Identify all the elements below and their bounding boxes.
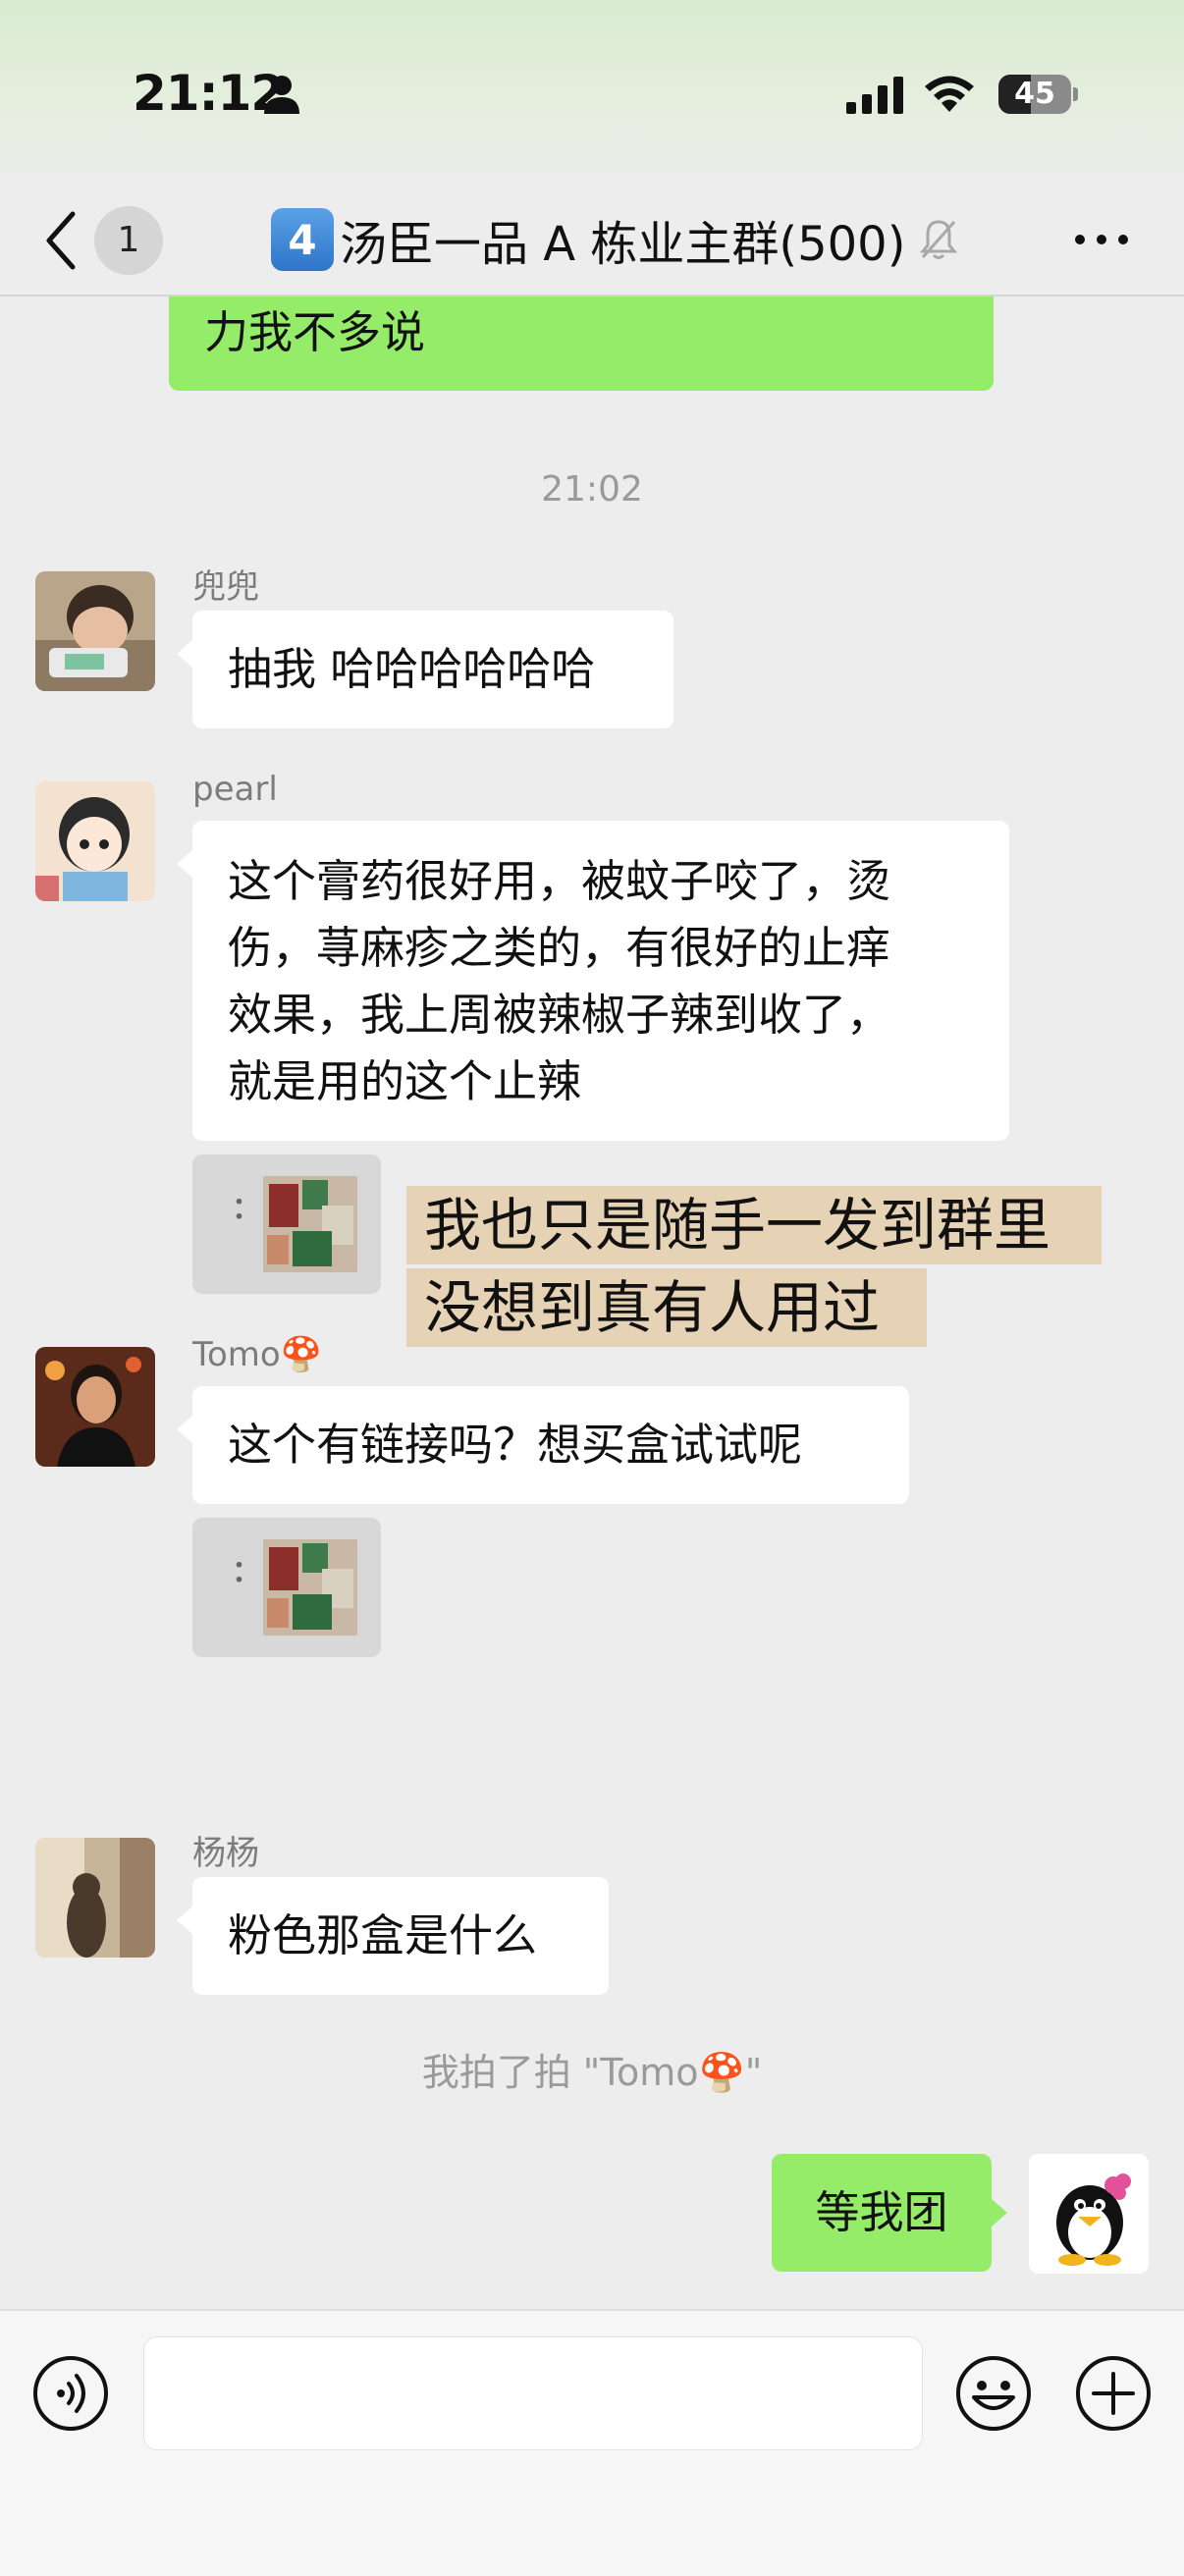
mute-bell-icon	[920, 220, 958, 259]
unread-count-badge[interactable]: 1	[94, 206, 163, 275]
message-bubble-3[interactable]: 这个有链接吗？想买盒试试呢	[192, 1386, 909, 1504]
partial-outgoing-text: 力我不多说	[204, 306, 426, 358]
message-line: 伤，荨麻疹之类的，有很好的止痒	[228, 922, 891, 974]
bubble-tail	[177, 640, 192, 668]
outgoing-bubble[interactable]: 等我团	[772, 2154, 992, 2272]
time-divider: 21:02	[541, 469, 643, 510]
image-message[interactable]: ：	[192, 1518, 381, 1657]
text-sticker[interactable]: 我也只是随手一发到群里 没想到真有人用过	[406, 1186, 1102, 1351]
message-text: 粉色那盒是什么	[228, 1909, 538, 1961]
message-input[interactable]	[143, 2336, 923, 2450]
sticker-line: 没想到真有人用过	[406, 1268, 927, 1347]
voice-icon[interactable]	[31, 2354, 110, 2433]
sender-name: Tomo🍄	[192, 1335, 323, 1374]
wifi-icon	[925, 76, 974, 112]
pat-notice: 我拍了拍 "Tomo🍄"	[421, 2051, 763, 2094]
message-text: 这个有链接吗？想买盒试试呢	[228, 1419, 803, 1471]
avatar-pearl[interactable]	[35, 781, 155, 901]
message-bubble-4[interactable]: 粉色那盒是什么	[192, 1877, 609, 1995]
message-line: 就是用的这个止辣	[228, 1055, 582, 1107]
bubble-tail	[992, 2199, 1007, 2227]
chat-header: 1 4 汤臣一品 A 栋业主群(500)	[0, 187, 1184, 296]
battery-level: 45	[1014, 77, 1055, 111]
status-bar: 21:12 45	[0, 0, 1184, 187]
message-line: 效果，我上周被辣椒子辣到收了，	[228, 989, 891, 1041]
bubble-tail	[177, 850, 192, 878]
sender-name: 杨杨	[192, 1834, 259, 1873]
avatar-me[interactable]	[1029, 2154, 1149, 2274]
message-bubble-1[interactable]: 抽我 哈哈哈哈哈哈	[192, 611, 673, 728]
plus-icon[interactable]	[1074, 2354, 1153, 2433]
image-placeholder-dots: ：	[232, 1555, 261, 1589]
avatar-yangyang[interactable]	[35, 1838, 155, 1958]
avatar-tomo[interactable]	[35, 1347, 155, 1467]
message-bubble-2[interactable]: 这个膏药很好用，被蚊子咬了，烫 伤，荨麻疹之类的，有很好的止痒 效果，我上周被辣…	[192, 821, 1009, 1141]
image-thumbnail	[263, 1539, 357, 1636]
number-keycap-emoji: 4	[271, 208, 334, 271]
image-message[interactable]: ：	[192, 1154, 381, 1294]
message-line: 这个膏药很好用，被蚊子咬了，烫	[228, 855, 891, 907]
signal-icon	[846, 77, 903, 114]
header-divider	[0, 295, 1184, 296]
bubble-tail	[177, 1906, 192, 1934]
avatar-doudou[interactable]	[35, 571, 155, 691]
status-time: 21:12	[133, 65, 285, 122]
message-text: 等我团	[815, 2186, 948, 2238]
input-bar	[0, 2309, 1184, 2576]
bubble-tail	[177, 1416, 192, 1443]
emoji-icon[interactable]	[954, 2354, 1033, 2433]
back-chevron-icon[interactable]	[41, 206, 81, 275]
person-icon	[264, 76, 299, 114]
chat-title-group[interactable]: 4 汤臣一品 A 栋业主群(500)	[271, 200, 958, 279]
sticker-line: 我也只是随手一发到群里	[406, 1186, 1102, 1264]
battery-icon: 45	[998, 75, 1078, 114]
image-placeholder-dots: ：	[232, 1192, 261, 1226]
partial-outgoing-bubble[interactable]: 力我不多说	[169, 296, 994, 391]
image-thumbnail	[263, 1176, 357, 1272]
more-dots-icon[interactable]	[1072, 230, 1131, 249]
message-text: 抽我 哈哈哈哈哈哈	[228, 643, 596, 695]
sender-name: pearl	[192, 770, 278, 809]
chat-title: 汤臣一品 A 栋业主群(500)	[340, 217, 906, 272]
sender-name: 兜兜	[192, 567, 259, 607]
